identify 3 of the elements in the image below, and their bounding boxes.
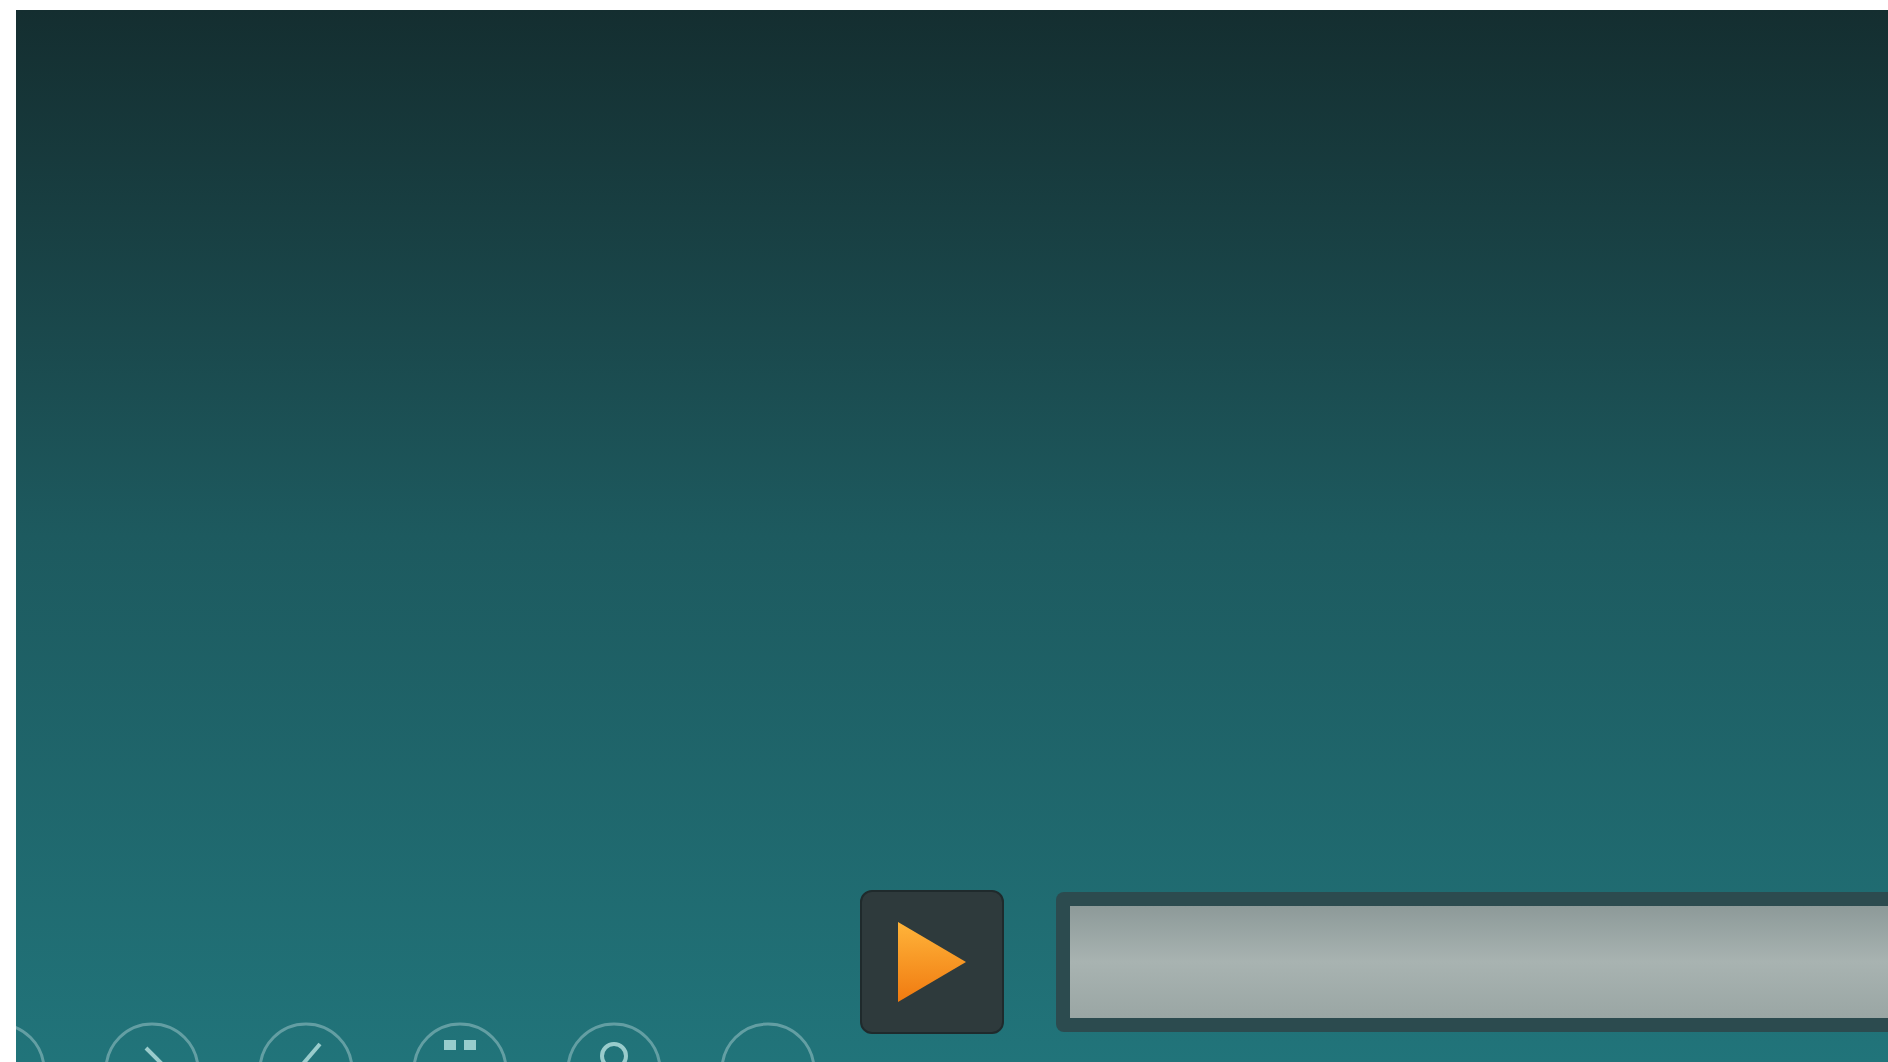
seek-bar[interactable] [1056, 892, 1888, 1032]
play-icon [898, 922, 966, 1002]
play-button[interactable] [860, 890, 1004, 1034]
